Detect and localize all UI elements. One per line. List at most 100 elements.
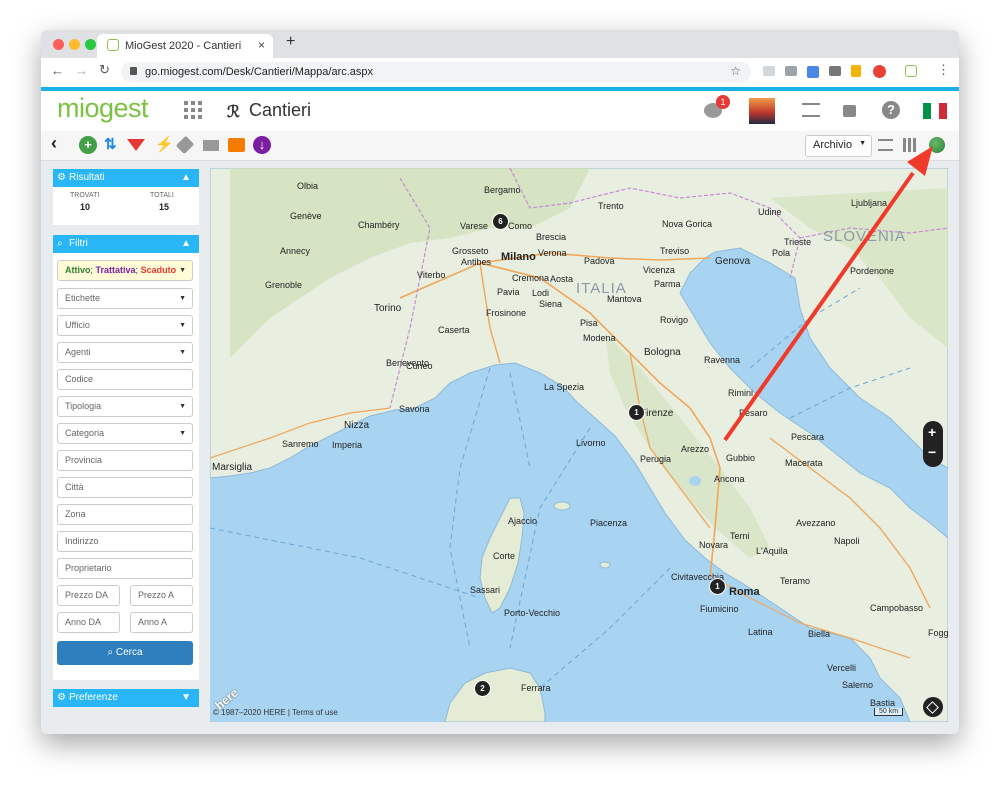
map-scale: 50 km [874,708,904,716]
search-icon: ⌕ [57,238,63,249]
indirizzo-input[interactable]: Indirizzo [57,531,193,552]
city-label: Foggia [928,628,948,638]
status-select[interactable]: Attivo; Trattativa; Scaduto ▼ [57,260,193,281]
minimize-window-button[interactable] [69,39,80,50]
zoom-control: + − [923,421,943,467]
layers-button[interactable] [923,697,943,717]
chevron-down-icon: ▼ [179,430,186,437]
forward-icon[interactable]: → [75,63,88,78]
grid-view-icon[interactable] [903,138,917,152]
preferences-panel: ⚙ Preferenze ▼ [53,689,199,707]
browser-menu-icon[interactable]: ⋮ [937,62,950,78]
bookmark-star-icon[interactable]: ☆ [730,64,741,78]
provincia-input[interactable]: Provincia [57,450,193,471]
extension-icon[interactable] [851,65,861,77]
extension-icon[interactable] [763,66,775,76]
reload-icon[interactable]: ↻ [99,62,110,78]
filter-icon[interactable] [127,139,145,151]
preferences-header[interactable]: ⚙ Preferenze ▼ [53,689,199,707]
back-chevron-icon[interactable]: ‹ [51,133,57,154]
results-header[interactable]: ⚙ Risultati ▲ [53,169,199,187]
city-label: Antibes [461,257,492,267]
zona-input[interactable]: Zona [57,504,193,525]
filters-title: Filtri [69,238,88,249]
tag-icon[interactable] [175,135,195,155]
city-label: Treviso [660,246,690,256]
city-label: Cremona [512,273,550,283]
extension-icon[interactable] [829,66,841,76]
map-cluster-marker[interactable]: 1 [709,578,726,595]
citta-input[interactable]: Città [57,477,193,498]
apps-grid-icon[interactable] [184,101,202,119]
filters-header[interactable]: ⌕ Filtri ▲ [53,235,199,253]
map-attribution[interactable]: © 1987–2020 HERE | Terms of use [213,708,338,717]
city-label: Napoli [834,536,860,546]
search-button[interactable]: ⌕ Cerca [57,641,193,665]
crane-icon: ℛ [227,104,240,121]
chevron-up-icon: ▲ [181,238,191,249]
city-label: Pescara [791,432,825,442]
map-cluster-marker[interactable]: 2 [474,680,491,697]
city-label: Corte [493,551,516,561]
city-label: Trieste [784,237,812,247]
filters-panel: ⌕ Filtri ▲ Attivo; Trattativa; Scaduto ▼… [53,235,199,680]
maximize-window-button[interactable] [85,39,96,50]
city-label: Biella [808,629,831,639]
city-label: Imperia [332,440,363,450]
city-label: Livorno [576,438,606,448]
chevron-down-icon: ▼ [179,349,186,356]
codice-input[interactable]: Codice [57,369,193,390]
map-cluster-marker[interactable]: 1 [628,404,645,421]
city-label: Roma [729,586,760,598]
proprietario-input[interactable]: Proprietario [57,558,193,579]
map[interactable]: ITALIA SLOVENIA Bergamo Olbia Genève Ann… [210,168,948,722]
extension-icon[interactable] [873,65,886,78]
city-label: Pesaro [739,408,768,418]
archive-dropdown[interactable]: Archivio ▼ [805,135,872,157]
prezzo-da-input[interactable]: Prezzo DA [57,585,120,606]
etichette-select[interactable]: Etichette ▼ [57,288,193,309]
anno-a-input[interactable]: Anno A [130,612,193,633]
address-bar[interactable]: go.miogest.com/Desk/Cantieri/Mappa/arc.a… [121,62,751,82]
add-icon[interactable]: + [79,136,97,154]
ufficio-select[interactable]: Ufficio ▼ [57,315,193,336]
anno-da-input[interactable]: Anno DA [57,612,120,633]
new-tab-button[interactable]: + [286,33,295,51]
city-label: Ravenna [704,355,741,365]
prezzo-a-input[interactable]: Prezzo A [130,585,193,606]
close-tab-icon[interactable]: × [258,38,265,52]
city-label: Vicenza [643,265,675,275]
extension-icon[interactable] [905,65,917,77]
page-title: Cantieri [249,100,312,120]
zoom-in-button[interactable]: + [928,424,936,440]
zoom-out-button[interactable]: − [928,444,936,460]
globe-map-view-icon[interactable] [929,137,945,153]
mail-icon[interactable] [203,140,219,151]
browser-tab[interactable]: MioGest 2020 - Cantieri × [97,34,273,58]
print-icon[interactable] [228,138,245,152]
lightning-icon[interactable]: ⚡ [155,135,174,153]
help-icon[interactable]: ? [882,101,900,119]
status-expired: Scaduto [140,265,177,275]
city-label: Rovigo [660,315,689,325]
map-cluster-marker[interactable]: 6 [492,213,509,230]
city-label: Grenoble [265,280,303,290]
list-view-icon[interactable] [878,139,893,151]
translate-icon[interactable] [807,66,819,78]
app-logo[interactable]: miogest [57,93,149,124]
categoria-select[interactable]: Categoria ▼ [57,423,193,444]
browser-titlebar: MioGest 2020 - Cantieri × + [41,30,959,58]
city-label: Torino [374,303,402,314]
lock-icon[interactable] [843,105,856,117]
extension-icon[interactable] [785,66,797,76]
tipologia-select[interactable]: Tipologia ▼ [57,396,193,417]
close-window-button[interactable] [53,39,64,50]
sort-icon[interactable]: ⇅ [104,135,117,153]
settings-sliders-icon[interactable] [802,103,820,117]
italy-flag-icon[interactable] [923,103,947,119]
agenti-select[interactable]: Agenti ▼ [57,342,193,363]
back-icon[interactable]: ← [51,63,64,78]
status-negotiation: Trattativa [95,265,136,275]
download-icon[interactable]: ↓ [253,136,271,154]
avatar[interactable] [749,98,775,124]
